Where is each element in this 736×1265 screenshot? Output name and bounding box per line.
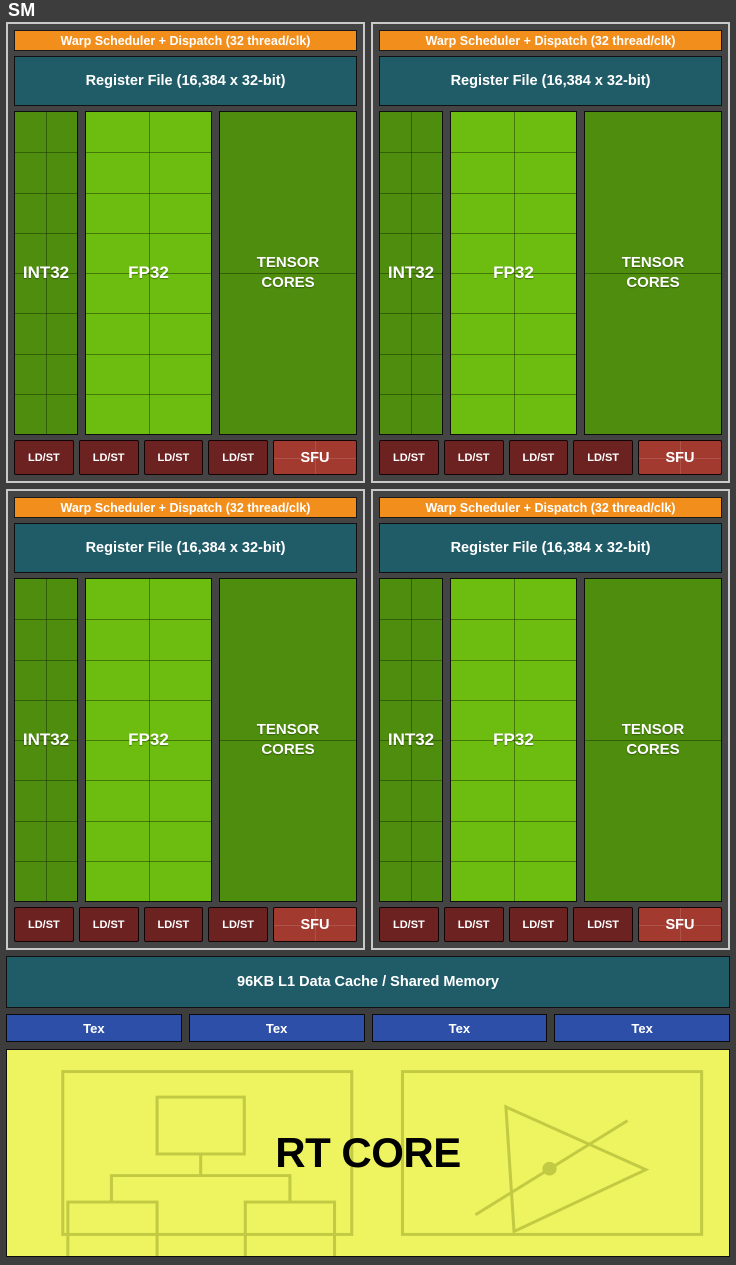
- fp32-core-block: FP32: [85, 578, 212, 902]
- processing-block-grid: Warp Scheduler + Dispatch (32 thread/clk…: [6, 22, 730, 950]
- warp-scheduler-bar: Warp Scheduler + Dispatch (32 thread/clk…: [379, 30, 722, 51]
- int32-core-block: INT32: [14, 111, 78, 435]
- tensor-label-line2: CORES: [626, 741, 679, 758]
- processing-block[interactable]: Warp Scheduler + Dispatch (32 thread/clk…: [371, 489, 730, 950]
- tensor-label-line2: CORES: [626, 274, 679, 291]
- ldst-unit[interactable]: LD/ST: [144, 907, 204, 942]
- warp-scheduler-bar: Warp Scheduler + Dispatch (32 thread/clk…: [14, 30, 357, 51]
- sfu-unit[interactable]: SFU: [273, 440, 357, 475]
- ldst-unit[interactable]: LD/ST: [573, 440, 633, 475]
- int32-core-block: INT32: [14, 578, 78, 902]
- tensor-core-block: TENSOR CORES: [219, 111, 357, 435]
- ldst-unit[interactable]: LD/ST: [573, 907, 633, 942]
- texture-unit[interactable]: Tex: [6, 1014, 182, 1042]
- ldst-unit[interactable]: LD/ST: [379, 440, 439, 475]
- tensor-core-block: TENSOR CORES: [584, 578, 722, 902]
- ldst-unit[interactable]: LD/ST: [444, 907, 504, 942]
- ldst-sfu-row: LD/ST LD/ST LD/ST LD/ST SFU: [379, 440, 722, 475]
- ldst-unit[interactable]: LD/ST: [14, 440, 74, 475]
- tensor-core-block: TENSOR CORES: [219, 578, 357, 902]
- ldst-unit[interactable]: LD/ST: [79, 907, 139, 942]
- int32-label: INT32: [23, 263, 69, 283]
- rt-core-block: RT CORE: [6, 1049, 730, 1257]
- register-file-block: Register File (16,384 x 32-bit): [379, 523, 722, 573]
- texture-unit[interactable]: Tex: [554, 1014, 730, 1042]
- core-row: INT32 FP32 TENSOR: [14, 111, 357, 435]
- ldst-sfu-row: LD/ST LD/ST LD/ST LD/ST SFU: [379, 907, 722, 942]
- tensor-label-line2: CORES: [261, 741, 314, 758]
- tensor-label-line1: TENSOR: [257, 721, 320, 738]
- fp32-label: FP32: [493, 730, 534, 750]
- rt-core-label: RT CORE: [275, 1129, 461, 1177]
- sfu-unit[interactable]: SFU: [273, 907, 357, 942]
- sfu-label: SFU: [301, 917, 330, 933]
- tensor-cores-label: TENSOR CORES: [622, 253, 685, 294]
- sm-diagram: SM Warp Scheduler + Dispatch (32 thread/…: [0, 0, 736, 1265]
- ldst-unit[interactable]: LD/ST: [509, 440, 569, 475]
- register-file-block: Register File (16,384 x 32-bit): [379, 56, 722, 106]
- tensor-core-block: TENSOR CORES: [584, 111, 722, 435]
- core-row: INT32 FP32 TENSOR: [379, 111, 722, 435]
- l1-data-cache-block: 96KB L1 Data Cache / Shared Memory: [6, 956, 730, 1008]
- fp32-label: FP32: [128, 263, 169, 283]
- core-row: INT32 FP32 TENSOR: [14, 578, 357, 902]
- warp-scheduler-bar: Warp Scheduler + Dispatch (32 thread/clk…: [14, 497, 357, 518]
- ldst-unit[interactable]: LD/ST: [79, 440, 139, 475]
- fp32-core-block: FP32: [85, 111, 212, 435]
- register-file-block: Register File (16,384 x 32-bit): [14, 523, 357, 573]
- ldst-unit[interactable]: LD/ST: [509, 907, 569, 942]
- tensor-label-line1: TENSOR: [622, 721, 685, 738]
- ldst-sfu-row: LD/ST LD/ST LD/ST LD/ST SFU: [14, 907, 357, 942]
- processing-block[interactable]: Warp Scheduler + Dispatch (32 thread/clk…: [6, 489, 365, 950]
- ldst-unit[interactable]: LD/ST: [14, 907, 74, 942]
- fp32-label: FP32: [128, 730, 169, 750]
- int32-label: INT32: [388, 263, 434, 283]
- texture-unit[interactable]: Tex: [372, 1014, 548, 1042]
- tensor-label-line1: TENSOR: [257, 254, 320, 271]
- page-title: SM: [6, 0, 730, 22]
- int32-core-block: INT32: [379, 578, 443, 902]
- int32-core-block: INT32: [379, 111, 443, 435]
- ldst-unit[interactable]: LD/ST: [444, 440, 504, 475]
- ldst-unit[interactable]: LD/ST: [208, 907, 268, 942]
- tensor-label-line1: TENSOR: [622, 254, 685, 271]
- sfu-label: SFU: [301, 450, 330, 466]
- ldst-unit[interactable]: LD/ST: [208, 440, 268, 475]
- sfu-label: SFU: [666, 917, 695, 933]
- register-file-block: Register File (16,384 x 32-bit): [14, 56, 357, 106]
- core-row: INT32 FP32 TENSOR: [379, 578, 722, 902]
- processing-block[interactable]: Warp Scheduler + Dispatch (32 thread/clk…: [371, 22, 730, 483]
- int32-label: INT32: [23, 730, 69, 750]
- warp-scheduler-bar: Warp Scheduler + Dispatch (32 thread/clk…: [379, 497, 722, 518]
- texture-unit[interactable]: Tex: [189, 1014, 365, 1042]
- int32-label: INT32: [388, 730, 434, 750]
- fp32-core-block: FP32: [450, 111, 577, 435]
- sfu-unit[interactable]: SFU: [638, 440, 722, 475]
- sfu-unit[interactable]: SFU: [638, 907, 722, 942]
- texture-unit-row: Tex Tex Tex Tex: [6, 1014, 730, 1042]
- ldst-unit[interactable]: LD/ST: [379, 907, 439, 942]
- tensor-cores-label: TENSOR CORES: [622, 720, 685, 761]
- sfu-label: SFU: [666, 450, 695, 466]
- processing-block[interactable]: Warp Scheduler + Dispatch (32 thread/clk…: [6, 22, 365, 483]
- ldst-sfu-row: LD/ST LD/ST LD/ST LD/ST SFU: [14, 440, 357, 475]
- tensor-cores-label: TENSOR CORES: [257, 720, 320, 761]
- tensor-label-line2: CORES: [261, 274, 314, 291]
- fp32-label: FP32: [493, 263, 534, 283]
- fp32-core-block: FP32: [450, 578, 577, 902]
- tensor-cores-label: TENSOR CORES: [257, 253, 320, 294]
- ldst-unit[interactable]: LD/ST: [144, 440, 204, 475]
